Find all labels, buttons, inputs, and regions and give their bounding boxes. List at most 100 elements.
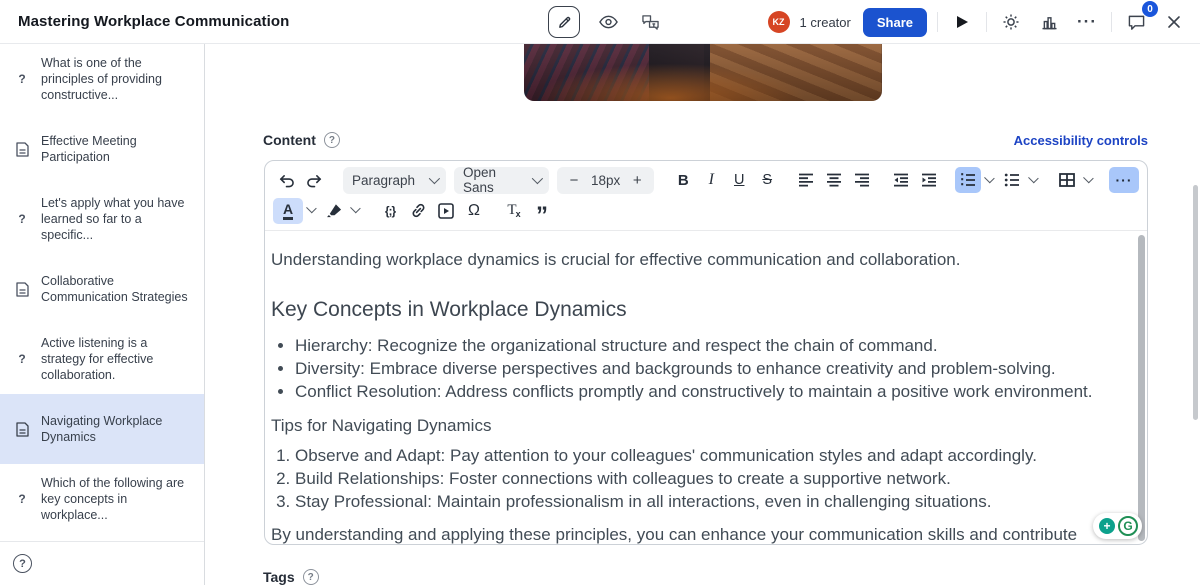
highlight-color-button[interactable] bbox=[321, 198, 347, 224]
sidebar-item-lesson-3-selected[interactable]: Navigating Workplace Dynamics bbox=[0, 394, 204, 464]
sidebar-item-label: Which of the following are key concepts … bbox=[41, 475, 192, 523]
content-section-header: Content ? Accessibility controls bbox=[263, 132, 1148, 148]
sidebar-item-question-3[interactable]: ? Active listening is a strategy for eff… bbox=[0, 324, 204, 394]
list-item: Observe and Adapt: Pay attention to your… bbox=[295, 444, 1121, 467]
font-size-increase-button[interactable]: + bbox=[626, 172, 648, 189]
grammarly-widget[interactable]: + G bbox=[1093, 513, 1142, 539]
sidebar-item-question-4[interactable]: ? Which of the following are key concept… bbox=[0, 464, 204, 534]
align-left-button[interactable] bbox=[793, 167, 819, 193]
ordered-list-chevron[interactable] bbox=[984, 172, 995, 183]
ellipsis-icon: ··· bbox=[1077, 12, 1097, 32]
page-scrollbar[interactable] bbox=[1193, 185, 1198, 420]
content-help-icon[interactable]: ? bbox=[324, 132, 340, 148]
chevron-down-icon bbox=[429, 173, 440, 184]
quote-icon: ” bbox=[536, 201, 548, 221]
highlighter-icon bbox=[326, 203, 343, 218]
insert-media-button[interactable] bbox=[433, 198, 459, 224]
list-item: Stay Professional: Maintain professional… bbox=[295, 490, 1121, 513]
sidebar-item-question-1[interactable]: ? What is one of the principles of provi… bbox=[0, 44, 204, 114]
undo-button[interactable] bbox=[273, 167, 299, 193]
insert-link-button[interactable] bbox=[405, 198, 431, 224]
bullet-list-button[interactable] bbox=[999, 167, 1025, 193]
accessibility-controls-link[interactable]: Accessibility controls bbox=[1014, 133, 1148, 148]
align-center-button[interactable] bbox=[821, 167, 847, 193]
analytics-button[interactable] bbox=[1035, 8, 1063, 36]
outdent-button[interactable] bbox=[888, 167, 914, 193]
divider bbox=[1111, 12, 1112, 32]
more-options-button[interactable]: ··· bbox=[1073, 8, 1101, 36]
help-button[interactable]: ? bbox=[13, 554, 32, 573]
code-sample-button[interactable]: {;} bbox=[377, 198, 403, 224]
section-heading: Key Concepts in Workplace Dynamics bbox=[271, 298, 1121, 321]
creator-avatar[interactable]: KZ bbox=[768, 11, 790, 33]
numbered-list: Observe and Adapt: Pay attention to your… bbox=[295, 444, 1121, 513]
question-icon: ? bbox=[14, 212, 30, 226]
bullet-list-chevron[interactable] bbox=[1028, 172, 1039, 183]
lesson-cover-image[interactable] bbox=[524, 44, 882, 101]
table-chevron[interactable] bbox=[1083, 172, 1094, 183]
comments-button[interactable]: 0 bbox=[1122, 8, 1150, 36]
sidebar-item-lesson-2[interactable]: Collaborative Communication Strategies bbox=[0, 254, 204, 324]
indent-icon bbox=[921, 173, 937, 187]
strikethrough-icon: S bbox=[762, 172, 772, 188]
editor-content[interactable]: Understanding workplace dynamics is cruc… bbox=[265, 231, 1147, 545]
grammarly-logo-icon: G bbox=[1118, 516, 1138, 536]
outdent-icon bbox=[893, 173, 909, 187]
preview-button[interactable] bbox=[594, 8, 622, 36]
editor-scrollbar[interactable] bbox=[1138, 235, 1145, 541]
text-color-chevron[interactable] bbox=[306, 203, 317, 214]
gear-icon bbox=[1002, 13, 1020, 31]
translate-chat-icon bbox=[641, 14, 660, 31]
divider bbox=[986, 12, 987, 32]
strikethrough-button[interactable]: S bbox=[754, 167, 780, 193]
highlight-color-chevron[interactable] bbox=[350, 203, 361, 214]
redo-button[interactable] bbox=[301, 167, 327, 193]
align-right-button[interactable] bbox=[849, 167, 875, 193]
bold-button[interactable]: B bbox=[670, 167, 696, 193]
blockquote-button[interactable]: ” bbox=[529, 198, 555, 224]
font-family-dropdown[interactable]: Open Sans bbox=[454, 167, 549, 194]
edit-mode-button[interactable] bbox=[548, 6, 580, 38]
font-size-stepper: − 18px + bbox=[557, 167, 654, 194]
undo-icon bbox=[278, 173, 295, 188]
mode-controls bbox=[548, 0, 664, 44]
italic-button[interactable]: I bbox=[698, 167, 724, 193]
comments-count-badge: 0 bbox=[1142, 1, 1158, 17]
paragraph: Understanding workplace dynamics is cruc… bbox=[271, 248, 1121, 271]
toolbar-more-button[interactable]: ··· bbox=[1109, 167, 1139, 193]
sidebar-item-question-2[interactable]: ? Let's apply what you have learned so f… bbox=[0, 184, 204, 254]
text-color-button[interactable]: A bbox=[273, 198, 303, 224]
underline-button[interactable]: U bbox=[726, 167, 752, 193]
settings-button[interactable] bbox=[997, 8, 1025, 36]
translate-button[interactable] bbox=[636, 8, 664, 36]
table-button[interactable] bbox=[1054, 167, 1080, 193]
lesson-sidebar: ? What is one of the principles of provi… bbox=[0, 44, 205, 585]
close-button[interactable] bbox=[1160, 8, 1188, 36]
play-preview-button[interactable] bbox=[948, 8, 976, 36]
chevron-down-icon bbox=[532, 173, 543, 184]
tags-help-icon[interactable]: ? bbox=[303, 569, 319, 585]
font-size-decrease-button[interactable]: − bbox=[563, 172, 585, 189]
play-icon bbox=[957, 16, 968, 28]
bullet-list: Hierarchy: Recognize the organizational … bbox=[295, 334, 1121, 403]
special-char-button[interactable]: Ω bbox=[461, 198, 487, 224]
share-button[interactable]: Share bbox=[863, 8, 927, 37]
sidebar-item-lesson-1[interactable]: Effective Meeting Participation bbox=[0, 114, 204, 184]
paragraph-style-dropdown[interactable]: Paragraph bbox=[343, 167, 446, 194]
ordered-list-button[interactable] bbox=[955, 167, 981, 193]
divider bbox=[937, 12, 938, 32]
omega-icon: Ω bbox=[468, 202, 480, 220]
document-icon bbox=[14, 142, 30, 157]
bold-icon: B bbox=[678, 172, 689, 189]
sidebar-item-label: Effective Meeting Participation bbox=[41, 133, 192, 165]
question-icon: ? bbox=[14, 492, 30, 506]
toolbar-row-1: Paragraph Open Sans − 18px + B I U S bbox=[265, 161, 1147, 194]
font-size-value: 18px bbox=[585, 173, 626, 188]
clear-formatting-button[interactable]: Tx bbox=[501, 198, 527, 224]
link-icon bbox=[410, 202, 427, 219]
redo-icon bbox=[306, 173, 323, 188]
indent-button[interactable] bbox=[916, 167, 942, 193]
course-title: Mastering Workplace Communication bbox=[18, 13, 289, 30]
pencil-icon bbox=[557, 15, 572, 30]
italic-icon: I bbox=[709, 171, 714, 189]
